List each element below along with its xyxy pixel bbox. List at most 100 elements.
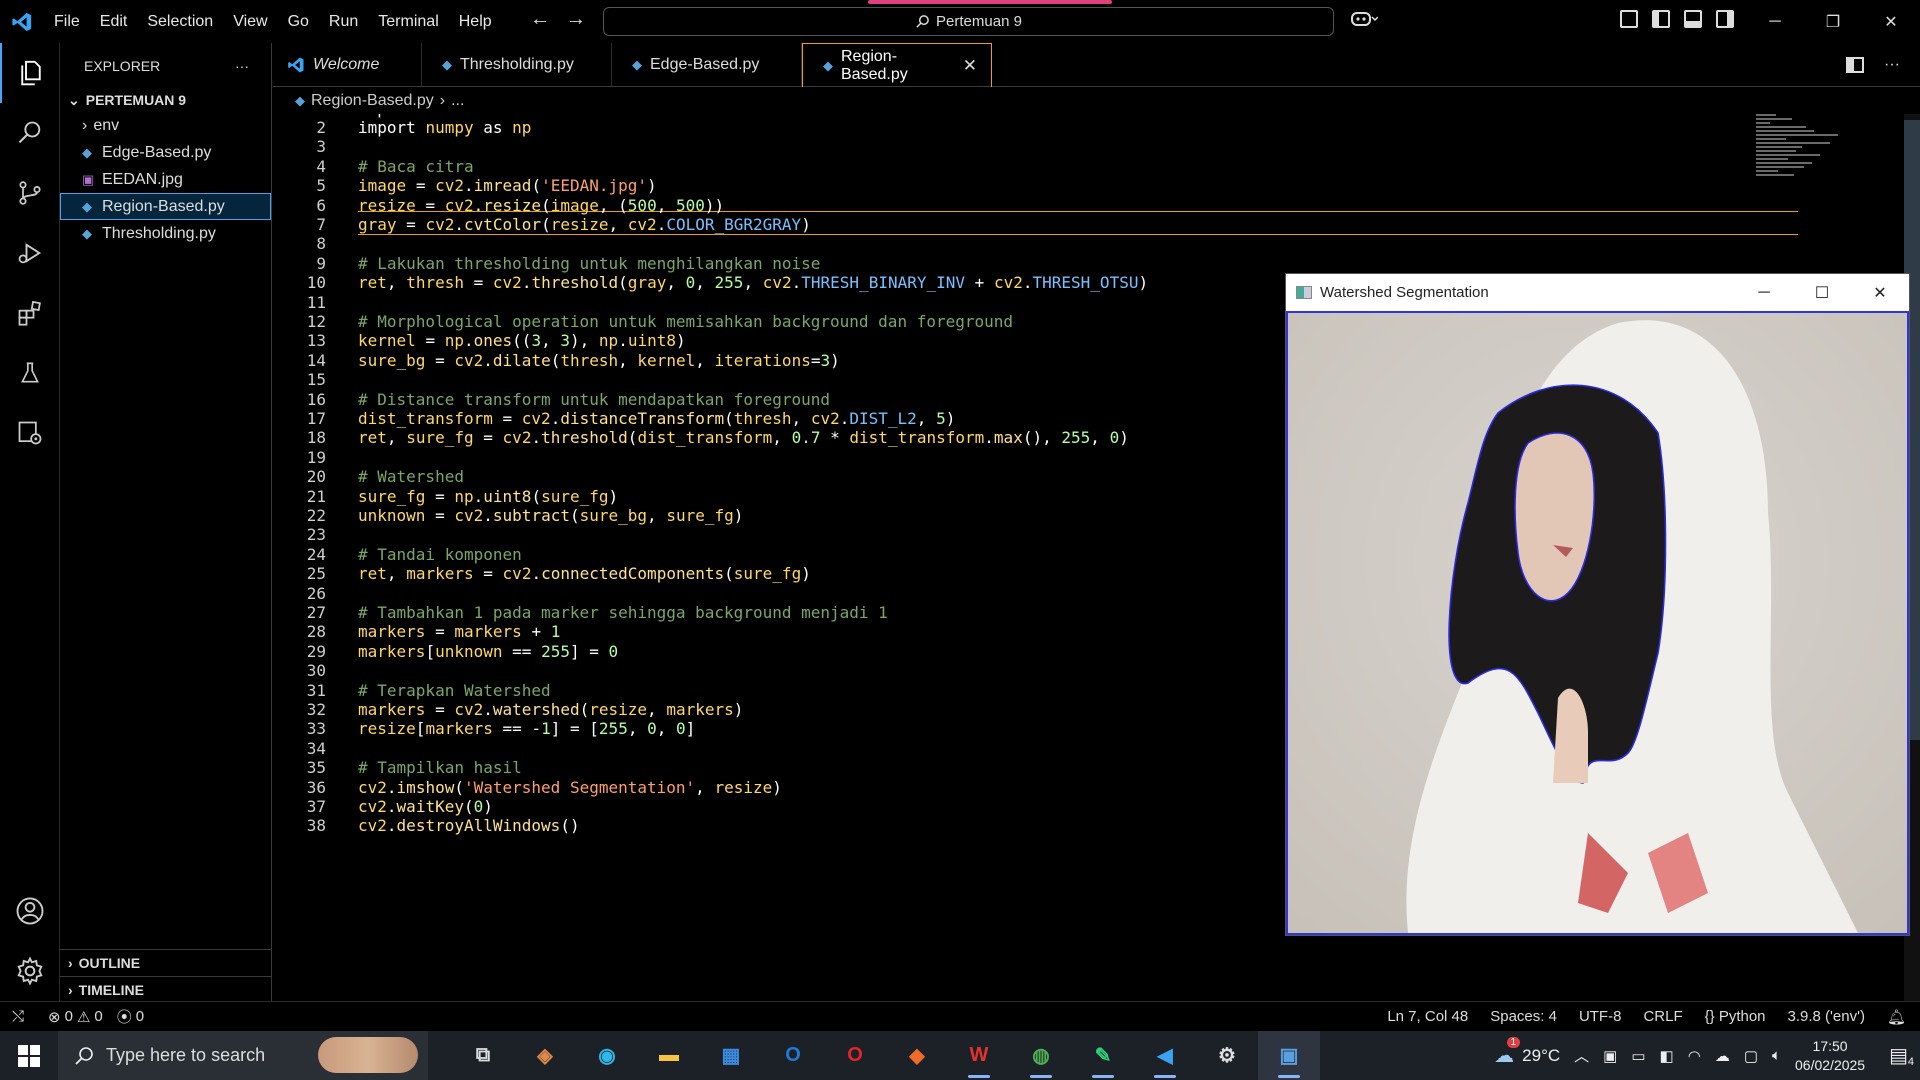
clock-time: 17:50 — [1812, 1037, 1848, 1054]
vscode-taskbar-icon[interactable]: ◀ — [1134, 1031, 1196, 1080]
timeline-section[interactable]: › TIMELINE — [60, 976, 272, 1003]
task-view-icon[interactable]: ⧉ — [452, 1031, 514, 1080]
minimize-button[interactable]: ─ — [1746, 0, 1804, 43]
notification-center-icon[interactable]: ▤ 4 — [1879, 1043, 1914, 1068]
toggle-sidebar-icon[interactable] — [1652, 10, 1670, 28]
notifications-bell-icon[interactable]: 🔔︎ — [1887, 1008, 1906, 1026]
accounts-icon[interactable] — [0, 881, 60, 941]
ports-indicator[interactable]: ⦿ 0 — [117, 1006, 144, 1027]
brave-icon[interactable]: ◆ — [886, 1031, 948, 1080]
display-icon[interactable]: ▢ — [1744, 1047, 1758, 1065]
volume-icon[interactable]: 🔈︎ — [1772, 1047, 1781, 1064]
cv-close-button[interactable]: ✕ — [1851, 274, 1909, 311]
code-text: gray = cv2.cvtColor(resize, cv2.COLOR_BG… — [358, 214, 811, 234]
explorer-icon[interactable] — [0, 43, 60, 103]
watershed-window[interactable]: Watershed Segmentation ─ ☐ ✕ — [1285, 273, 1910, 936]
code-line[interactable]: 38 cv2.destroyAllWindows() — [273, 815, 580, 837]
copilot-icon[interactable] — [1350, 9, 1379, 33]
copilot-app-icon[interactable]: ◈ — [514, 1031, 576, 1080]
battery-icon[interactable]: ▭ — [1631, 1047, 1645, 1065]
indentation[interactable]: Spaces: 4 — [1490, 1008, 1557, 1025]
close-window-button[interactable]: ✕ — [1862, 0, 1920, 43]
testing-flask-icon[interactable] — [0, 343, 60, 403]
line-number: 24 — [306, 544, 326, 564]
tab-thresholding[interactable]: ◆ Thresholding.py — [422, 43, 612, 87]
problems-indicator[interactable]: ⊗ 0 ⚠ 0 — [48, 1008, 103, 1026]
extensions-icon[interactable] — [0, 283, 60, 343]
cv-maximize-button[interactable]: ☐ — [1793, 274, 1851, 311]
restore-button[interactable]: ❐ — [1804, 0, 1862, 43]
file-explorer-icon[interactable]: ▬ — [638, 1031, 700, 1080]
run-debug-icon[interactable] — [0, 223, 60, 283]
forward-arrow-icon[interactable]: → — [566, 8, 586, 31]
menu-go[interactable]: Go — [278, 7, 319, 37]
tab-region-based[interactable]: ◆ Region-Based.py ✕ — [802, 43, 992, 87]
python-icon: ◆ — [632, 57, 642, 72]
tab-edge-based[interactable]: ◆ Edge-Based.py — [612, 43, 802, 87]
microsoft-store-icon[interactable]: ▦ — [700, 1031, 762, 1080]
layout-customize-icon[interactable] — [1620, 10, 1638, 28]
menu-edit[interactable]: Edit — [90, 7, 138, 37]
python-interpreter[interactable]: 3.9.8 ('env') — [1788, 1008, 1865, 1025]
wps-office-icon[interactable]: W — [948, 1031, 1010, 1080]
accent-bar — [868, 0, 1112, 4]
back-arrow-icon[interactable]: ← — [530, 8, 550, 31]
settings-gear-icon[interactable] — [0, 941, 60, 1001]
breadcrumb-file[interactable]: Region-Based.py — [311, 92, 434, 110]
toggle-panel-icon[interactable] — [1684, 10, 1702, 28]
cv-minimize-button[interactable]: ─ — [1735, 274, 1793, 311]
workspace-folder[interactable]: ⌄ PERTEMUAN 9 — [60, 88, 271, 112]
code-text: # Watershed — [358, 467, 464, 487]
python-file-icon: ◆ — [82, 198, 92, 214]
settings-taskbar-icon[interactable]: ⚙ — [1196, 1031, 1258, 1080]
toggle-secondary-sidebar-icon[interactable] — [1716, 10, 1734, 28]
outline-section[interactable]: › OUTLINE — [60, 949, 272, 976]
language-label: Python — [1718, 1008, 1766, 1025]
code-text: sure_fg = np.uint8(sure_fg) — [358, 486, 619, 506]
language-mode[interactable]: {} Python — [1705, 1008, 1766, 1025]
menu-view[interactable]: View — [223, 7, 277, 37]
opera-icon[interactable]: O — [824, 1031, 886, 1080]
command-center-search[interactable]: Pertemuan 9 — [603, 0, 1334, 36]
more-actions-icon[interactable]: ··· — [1884, 56, 1900, 74]
menu-run[interactable]: Run — [319, 7, 368, 37]
tree-item-eedan-jpg[interactable]: ▣ EEDAN.jpg — [60, 166, 271, 193]
source-control-icon[interactable] — [0, 163, 60, 223]
weather-widget[interactable]: ☁ 1 29°C — [1494, 1037, 1560, 1068]
taskbar-search[interactable]: Type here to search — [58, 1031, 428, 1080]
clock[interactable]: 17:50 06/02/2025 — [1795, 1037, 1865, 1075]
split-editor-icon[interactable] — [1846, 57, 1865, 73]
remote-indicator-icon[interactable]: ⤭ — [12, 1008, 34, 1025]
menu-file[interactable]: File — [44, 7, 90, 37]
code-text: # Terapkan Watershed — [358, 680, 551, 700]
tree-item-thresholding[interactable]: ◆ Thresholding.py — [60, 220, 271, 247]
show-hidden-icons-chevron-icon[interactable]: ︿ — [1574, 1045, 1589, 1066]
python-window-icon[interactable]: ▣ — [1258, 1031, 1320, 1080]
menu-terminal[interactable]: Terminal — [368, 7, 448, 37]
encoding[interactable]: UTF-8 — [1579, 1008, 1622, 1025]
menu-selection[interactable]: Selection — [137, 7, 223, 37]
end-of-line[interactable]: CRLF — [1643, 1008, 1682, 1025]
wifi-icon[interactable]: ◠ — [1688, 1047, 1701, 1065]
explorer-title: EXPLORER — [84, 57, 161, 74]
breadcrumb-more[interactable]: ... — [451, 92, 464, 110]
outlook-icon[interactable]: O — [762, 1031, 824, 1080]
more-actions-icon[interactable]: ··· — [235, 58, 249, 74]
camera-icon[interactable]: ◧ — [1660, 1047, 1674, 1065]
close-tab-icon[interactable]: ✕ — [963, 56, 977, 76]
tree-item-edge-based[interactable]: ◆ Edge-Based.py — [60, 139, 271, 166]
search-activity-icon[interactable] — [0, 103, 60, 163]
python-idle-icon[interactable]: ✎ — [1072, 1031, 1134, 1080]
tab-welcome[interactable]: Welcome — [273, 43, 422, 87]
minimap[interactable] — [1756, 114, 1846, 204]
cursor-position[interactable]: Ln 7, Col 48 — [1387, 1008, 1468, 1025]
chrome-icon[interactable]: ◍ — [1010, 1031, 1072, 1080]
windows-start-button[interactable] — [0, 1031, 58, 1080]
edge-browser-icon[interactable]: ◉ — [576, 1031, 638, 1080]
remote-explorer-icon[interactable] — [0, 403, 60, 463]
menu-help[interactable]: Help — [449, 7, 502, 37]
tray-app-icon[interactable]: ▣ — [1603, 1047, 1617, 1065]
tree-item-env[interactable]: › env — [60, 112, 271, 139]
cloud-sync-icon[interactable]: ☁ — [1715, 1047, 1730, 1065]
tree-item-region-based[interactable]: ◆ Region-Based.py — [60, 193, 271, 220]
